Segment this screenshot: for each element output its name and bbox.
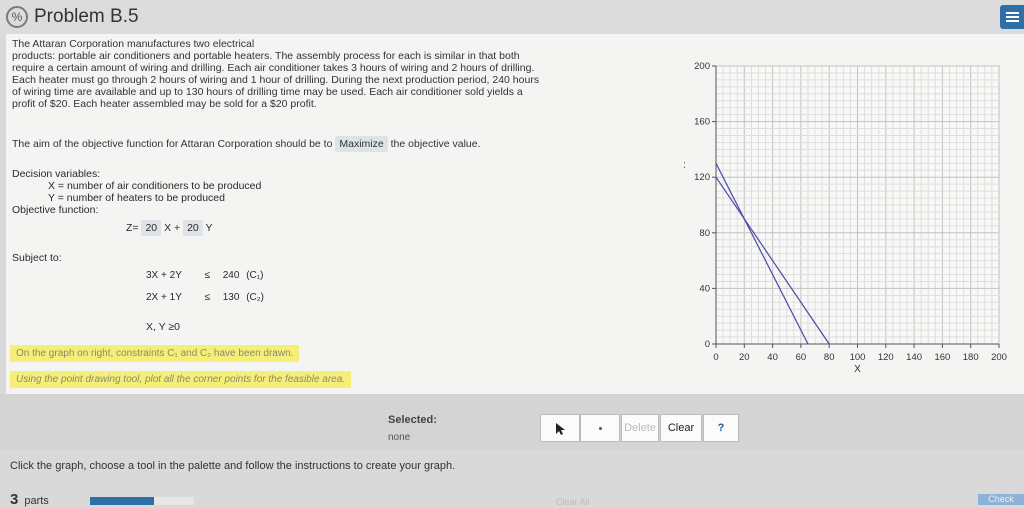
graph-area[interactable]: 0 20 40 60 80 100 120 140 160 180 200 0 40 80 120 160 20… (684, 34, 1024, 394)
constraint-name: (C₁) (246, 270, 264, 281)
x-tick-label: 200 (991, 352, 1007, 363)
y-term: Y (205, 222, 213, 234)
x-tick-label: 60 (796, 352, 807, 363)
parts-label: parts (24, 495, 49, 507)
constraint-row: 2X + 1Y ≤ 130 (C₂) (146, 292, 264, 303)
hint-constraints-drawn: On the graph on right, constraints C₁ an… (10, 345, 300, 362)
x-axis-label: X (854, 364, 861, 375)
problem-line: The Attaran Corporation manufactures two… (12, 38, 255, 50)
y-tick-label: 80 (699, 228, 710, 239)
problem-line: Each heater must go through 2 hours of w… (12, 74, 540, 86)
decision-heading: Decision variables: (12, 168, 101, 180)
y-definition: Y = number of heaters to be produced (48, 192, 225, 204)
menu-icon[interactable] (1000, 5, 1024, 29)
aim-select[interactable]: Maximize (335, 136, 388, 152)
constraint-op: ≤ (204, 270, 210, 281)
decision-variables: Decision variables: X = number of air co… (12, 168, 261, 204)
x-tick-label: 120 (878, 352, 894, 363)
page-title: Problem B.5 (34, 6, 139, 27)
arrow-cursor-icon (556, 423, 565, 435)
constraint-op: ≤ (204, 292, 210, 303)
problem-line: profit of $20. Each heater assembled may… (12, 98, 317, 110)
problem-line: of wiring time are available and up to 1… (12, 86, 523, 98)
aim-text-end: the objective value. (390, 138, 481, 150)
y-tick-label: 160 (694, 117, 710, 128)
constraint-lhs: 2X + 1Y (146, 292, 182, 303)
selected-label: Selected: (388, 414, 437, 426)
y-coefficient-field[interactable]: 20 (183, 220, 203, 236)
constraint-row: 3X + 2Y ≤ 240 (C₁) (146, 270, 263, 281)
x-tick-label: 20 (739, 352, 750, 363)
x-tick-label: 180 (963, 352, 979, 363)
x-tick-label: 40 (767, 352, 778, 363)
x-tick-label: 160 (934, 352, 950, 363)
x-tick-label: 0 (713, 352, 718, 363)
constraint-graph[interactable]: 0 20 40 60 80 100 120 140 160 180 200 0 40 80 120 160 20… (684, 34, 1024, 394)
tool-palette-bar: Selected: none Delete Clear ? (0, 394, 1024, 450)
hint-plot-corner-points: Using the point drawing tool, plot all t… (10, 371, 352, 388)
help-button[interactable]: ? (703, 414, 739, 442)
parts-progress-bar (90, 497, 194, 505)
y-tick-label: 200 (694, 61, 710, 72)
delete-button[interactable]: Delete (621, 414, 659, 442)
aim-text: The aim of the objective function for At… (12, 138, 333, 150)
problem-icon: % (6, 6, 28, 28)
clear-all-button[interactable]: Clear All (556, 497, 590, 507)
constraint-rhs: 240 (222, 270, 240, 281)
problem-statement: The Attaran Corporation manufactures two… (12, 38, 572, 110)
y-axis-label: Y (684, 162, 686, 169)
z-label: Z= (126, 222, 139, 234)
x-definition: X = number of air conditioners to be pro… (48, 180, 262, 192)
y-tick-label: 120 (694, 172, 710, 183)
x-coefficient-field[interactable]: 20 (141, 220, 162, 236)
title-bar: % Problem B.5 (0, 0, 1024, 34)
clear-button[interactable]: Clear (660, 414, 702, 442)
y-tick-label: 0 (705, 339, 710, 350)
progress-fill (90, 497, 155, 505)
pointer-tool-button[interactable] (540, 414, 580, 442)
x-tick-label: 80 (824, 352, 835, 363)
graph-instructions: Click the graph, choose a tool in the pa… (10, 460, 456, 472)
problem-line: products: portable air conditioners and … (12, 50, 520, 62)
selected-value: none (388, 432, 411, 443)
x-tick-label: 100 (850, 352, 866, 363)
objective-function: Z= 20 X + 20 Y (126, 220, 213, 236)
aim-sentence: The aim of the objective function for At… (12, 136, 481, 152)
constraint-name: (C₂) (246, 292, 264, 303)
y-tick-label: 40 (699, 283, 710, 294)
point-icon (598, 426, 602, 430)
check-answer-button[interactable]: Check (978, 494, 1024, 505)
constraint-rhs: 130 (222, 292, 240, 303)
x-tick-label: 140 (906, 352, 922, 363)
parts-indicator: 3 parts (10, 491, 49, 508)
problem-line: require a certain amount of wiring and d… (12, 62, 535, 74)
objective-heading: Objective function: (12, 204, 99, 216)
parts-count: 3 (10, 491, 19, 508)
subject-to-label: Subject to: (12, 252, 62, 264)
x-term: X + (164, 222, 181, 234)
point-tool-button[interactable] (580, 414, 620, 442)
nonnegativity-constraint: X, Y ≥0 (146, 321, 180, 333)
constraint-lhs: 3X + 2Y (146, 270, 182, 281)
